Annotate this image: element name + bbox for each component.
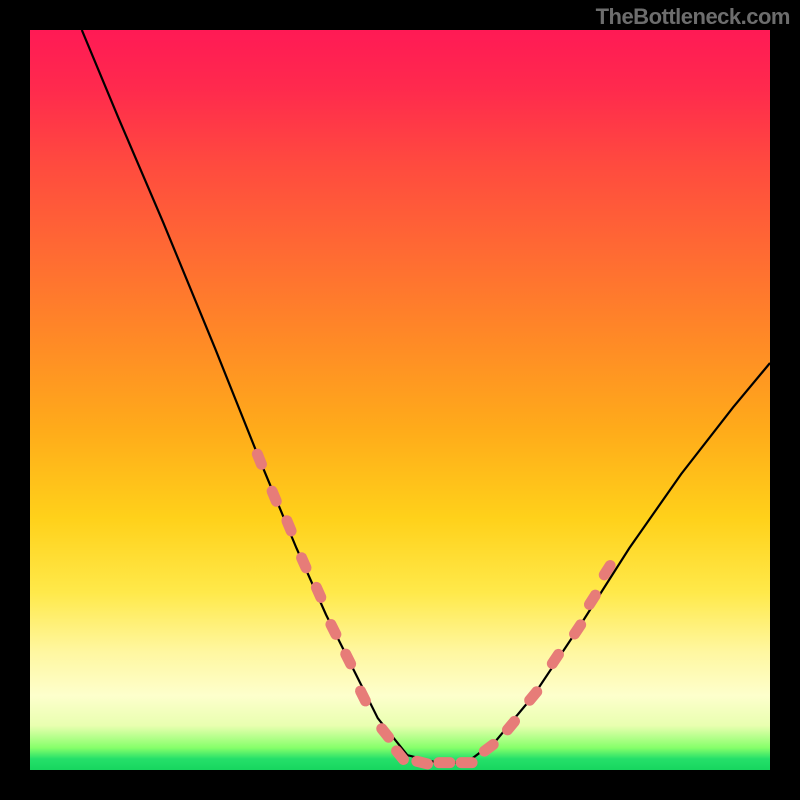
- marker-pill: [456, 757, 478, 768]
- marker-pill: [410, 755, 434, 770]
- marker-pill: [374, 721, 396, 745]
- marker-pill: [250, 447, 268, 472]
- chart-svg: [30, 30, 770, 770]
- outer-frame: TheBottleneck.com: [0, 0, 800, 800]
- plot-area: [30, 30, 770, 770]
- marker-pill: [582, 588, 603, 612]
- watermark-text: TheBottleneck.com: [596, 4, 790, 30]
- marker-pill: [567, 617, 588, 641]
- marker-dots: [250, 447, 618, 770]
- bottleneck-curve: [82, 30, 770, 763]
- marker-pill: [338, 647, 358, 672]
- marker-pill: [265, 484, 284, 509]
- marker-pill: [294, 551, 313, 576]
- marker-pill: [433, 757, 455, 768]
- marker-pill: [500, 714, 523, 738]
- marker-pill: [324, 617, 344, 642]
